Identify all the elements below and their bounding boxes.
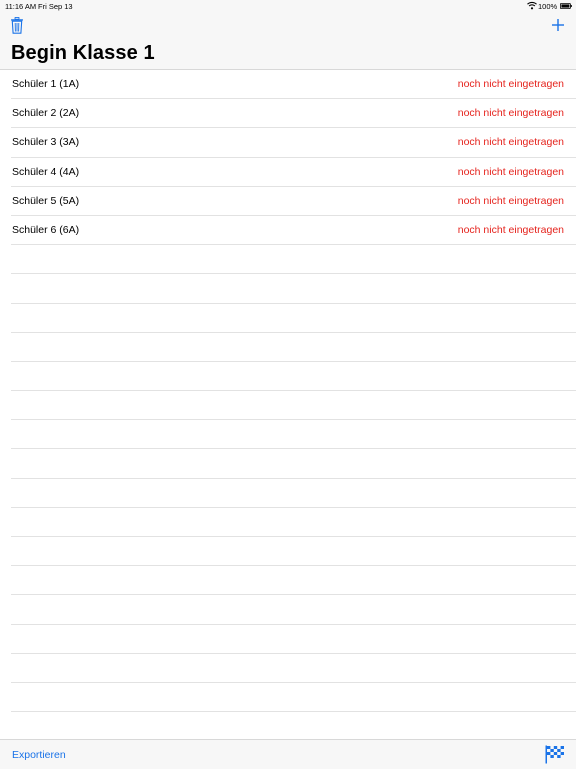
empty-row [0,274,576,303]
checkered-flag-icon[interactable] [545,745,564,764]
student-status: noch nicht eingetragen [458,107,564,119]
empty-row [0,449,576,478]
plus-icon[interactable] [551,18,565,32]
empty-row [0,420,576,449]
empty-row [0,625,576,654]
empty-row [0,712,576,741]
empty-row [0,508,576,537]
student-name: Schüler 6 (6A) [12,224,79,236]
student-name: Schüler 4 (4A) [12,166,79,178]
wifi-icon [527,1,537,10]
student-status: noch nicht eingetragen [458,136,564,148]
student-row[interactable]: Schüler 6 (6A) noch nicht eingetragen [0,216,576,245]
empty-row [0,304,576,333]
bottom-toolbar: Exportieren [0,739,576,769]
empty-row [0,362,576,391]
battery-icon [560,3,572,9]
student-status: noch nicht eingetragen [458,166,564,178]
empty-row [0,595,576,624]
empty-row [0,537,576,566]
student-status: noch nicht eingetragen [458,224,564,236]
student-row[interactable]: Schüler 1 (1A) noch nicht eingetragen [0,70,576,99]
navigation-bar: Begin Klasse 1 [0,12,576,70]
page-title: Begin Klasse 1 [11,42,155,65]
student-name: Schüler 5 (5A) [12,195,79,207]
empty-row [0,391,576,420]
status-time: 11:16 AM [5,2,36,11]
empty-row [0,245,576,274]
empty-row [0,479,576,508]
student-list: Schüler 1 (1A) noch nicht eingetragen Sc… [0,70,576,741]
empty-row [0,333,576,362]
status-date: Fri Sep 13 [38,2,73,11]
student-row[interactable]: Schüler 5 (5A) noch nicht eingetragen [0,187,576,216]
export-button[interactable]: Exportieren [12,749,66,761]
student-status: noch nicht eingetragen [458,78,564,90]
battery-percentage: 100% [538,2,557,11]
trash-icon[interactable] [10,17,24,34]
status-bar: 11:16 AM Fri Sep 13 100% [0,0,576,12]
empty-row [0,566,576,595]
student-row[interactable]: Schüler 4 (4A) noch nicht eingetragen [0,158,576,187]
empty-row [0,683,576,712]
student-status: noch nicht eingetragen [458,195,564,207]
student-row[interactable]: Schüler 2 (2A) noch nicht eingetragen [0,99,576,128]
empty-row [0,654,576,683]
student-name: Schüler 3 (3A) [12,136,79,148]
student-row[interactable]: Schüler 3 (3A) noch nicht eingetragen [0,128,576,157]
student-name: Schüler 1 (1A) [12,78,79,90]
student-name: Schüler 2 (2A) [12,107,79,119]
